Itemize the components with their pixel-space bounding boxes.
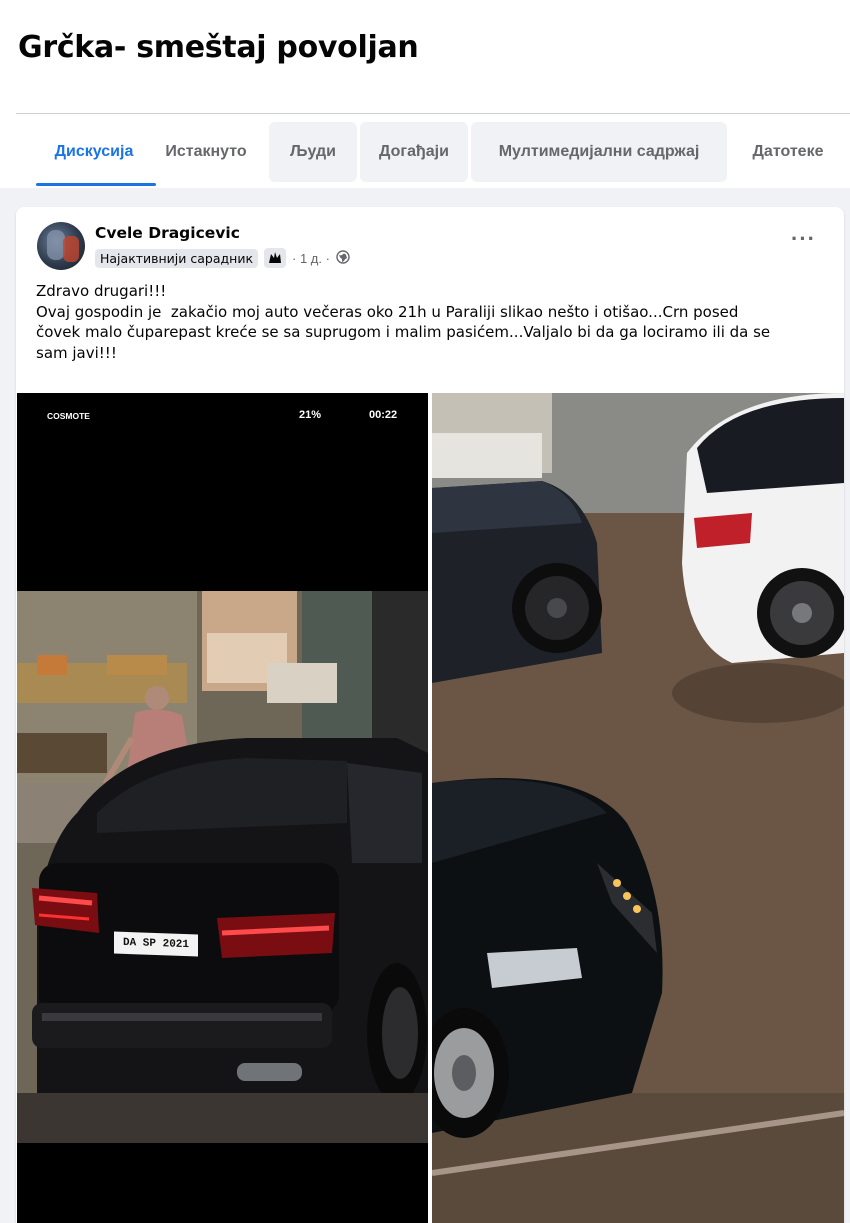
avatar[interactable] [37,222,85,270]
license-plate: DA SP 2021 [114,931,198,957]
post-text-line: Ovaj gospodin je zakačio moj auto večera… [36,302,739,321]
active-tab-indicator [36,183,156,186]
post-body: Zdravo drugari!!! Ovaj gospodin je zakač… [36,281,826,363]
post-timestamp[interactable]: · 1 д. · [292,251,330,266]
tab-featured[interactable]: Истакнуто [154,122,258,182]
more-options-button[interactable]: ··· [791,228,816,250]
parking-photo-illustration [432,393,844,1223]
post-card: Cvele Dragicevic Најактивнији сарадник ·… [16,207,844,1223]
top-contributor-badge[interactable]: Најактивнији сарадник [95,248,258,268]
tab-files[interactable]: Датотеке [738,122,838,182]
post-author[interactable]: Cvele Dragicevic [95,224,240,242]
post-meta: Најактивнији сарадник · 1 д. · [95,247,350,269]
post-photo-screenshot[interactable]: COSMOTE 21% 00:22 DA SP 2021 [17,393,428,1223]
privacy-globe-icon[interactable] [336,249,350,267]
suv-photo-illustration [17,591,428,1143]
tab-people[interactable]: Људи [269,122,357,182]
group-header: Grčka- smeštaj povoljan Дискусија Истакн… [0,0,850,188]
post-text-line: sam javi!!! [36,343,117,362]
tab-discussion[interactable]: Дискусија [20,122,168,182]
badge-emblem-icon[interactable] [264,248,286,268]
post-photo-parking[interactable] [432,393,844,1223]
tab-events[interactable]: Догађаји [360,122,468,182]
tab-media[interactable]: Мултимедијални садржај [471,122,727,182]
header-divider [16,113,850,114]
post-text-line: čovek malo čuparepast kreće se sa suprug… [36,323,771,341]
group-title[interactable]: Grčka- smeštaj povoljan [18,30,419,65]
post-text-line: Zdravo drugari!!! [36,282,167,300]
group-tabs: Дискусија Истакнуто Људи Догађаји Мултим… [16,120,850,188]
